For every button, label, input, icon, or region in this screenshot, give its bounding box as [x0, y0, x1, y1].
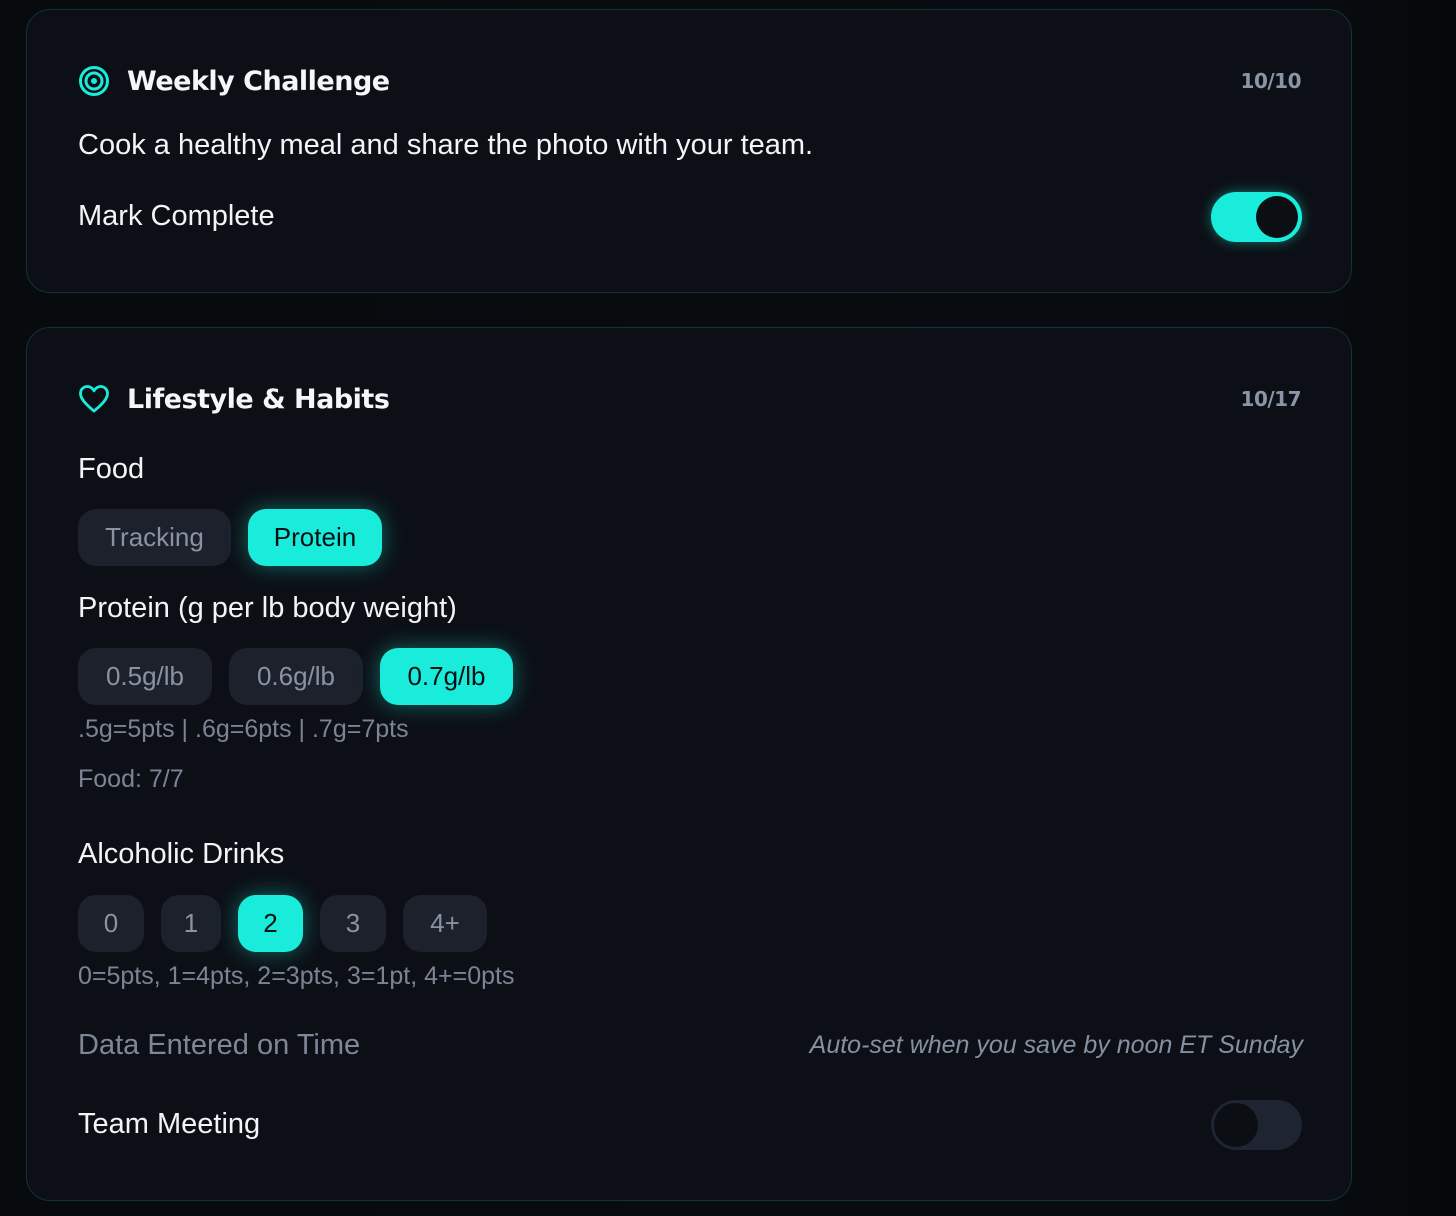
- protein-option-0-5[interactable]: 0.5g/lb: [78, 648, 212, 705]
- alcohol-points-hint: 0=5pts, 1=4pts, 2=3pts, 3=1pt, 4+=0pts: [78, 962, 515, 990]
- alcohol-option-3[interactable]: 3: [320, 895, 386, 952]
- alcohol-label: Alcoholic Drinks: [78, 838, 285, 870]
- target-icon: [78, 65, 110, 97]
- alcohol-option-4-plus[interactable]: 4+: [403, 895, 487, 952]
- weekly-challenge-title: Weekly Challenge: [127, 65, 390, 97]
- team-meeting-label: Team Meeting: [78, 1108, 261, 1140]
- weekly-challenge-score: 10/10: [1240, 69, 1302, 93]
- alcohol-options: 0 1 2 3 4+: [78, 895, 487, 952]
- alcohol-option-1[interactable]: 1: [161, 895, 221, 952]
- lifestyle-habits-card: Lifestyle & Habits 10/17 Food Tracking P…: [26, 327, 1352, 1201]
- data-on-time-label: Data Entered on Time: [78, 1029, 361, 1061]
- protein-option-0-6[interactable]: 0.6g/lb: [229, 648, 363, 705]
- lifestyle-title-group: Lifestyle & Habits: [78, 383, 390, 415]
- page: Weekly Challenge 10/10 Cook a healthy me…: [0, 0, 1456, 1216]
- lifestyle-header: Lifestyle & Habits 10/17: [78, 383, 1302, 415]
- protein-options: 0.5g/lb 0.6g/lb 0.7g/lb: [78, 648, 513, 705]
- lifestyle-title: Lifestyle & Habits: [127, 383, 390, 415]
- weekly-challenge-title-group: Weekly Challenge: [78, 65, 390, 97]
- challenge-description: Cook a healthy meal and share the photo …: [78, 129, 814, 161]
- tab-tracking[interactable]: Tracking: [78, 509, 231, 566]
- data-on-time-note: Auto-set when you save by noon ET Sunday: [809, 1031, 1303, 1059]
- weekly-challenge-header: Weekly Challenge 10/10: [78, 65, 1302, 97]
- protein-points-hint: .5g=5pts | .6g=6pts | .7g=7pts: [78, 715, 409, 743]
- food-total: Food: 7/7: [78, 765, 184, 793]
- mark-complete-label: Mark Complete: [78, 200, 275, 232]
- toggle-knob: [1214, 1103, 1258, 1147]
- alcohol-option-2[interactable]: 2: [238, 895, 303, 952]
- food-tabs: Tracking Protein: [78, 509, 382, 566]
- heart-icon: [78, 383, 110, 415]
- team-meeting-toggle[interactable]: [1211, 1100, 1302, 1150]
- lifestyle-score: 10/17: [1240, 387, 1302, 411]
- tab-protein[interactable]: Protein: [248, 509, 382, 566]
- weekly-challenge-card: Weekly Challenge 10/10 Cook a healthy me…: [26, 9, 1352, 293]
- protein-label: Protein (g per lb body weight): [78, 592, 457, 624]
- food-label: Food: [78, 453, 145, 485]
- alcohol-option-0[interactable]: 0: [78, 895, 144, 952]
- toggle-knob: [1256, 196, 1298, 238]
- mark-complete-toggle[interactable]: [1211, 192, 1302, 242]
- protein-option-0-7[interactable]: 0.7g/lb: [380, 648, 513, 705]
